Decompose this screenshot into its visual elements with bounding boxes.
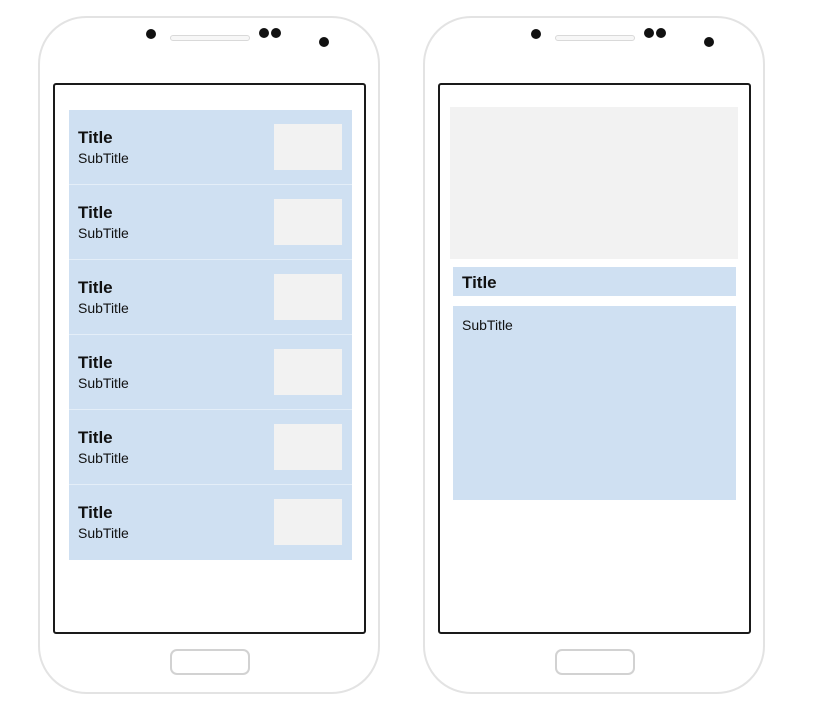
item-subtitle: SubTitle — [78, 300, 129, 316]
earpiece-speaker — [170, 35, 250, 41]
item-thumbnail-placeholder — [274, 124, 342, 170]
detail-screen: Title SubTitle — [438, 83, 751, 634]
list-item[interactable]: Title SubTitle — [69, 110, 352, 185]
home-button[interactable] — [555, 649, 635, 675]
item-title: Title — [78, 503, 113, 522]
front-camera-icon — [531, 29, 541, 39]
item-thumbnail-placeholder — [274, 199, 342, 245]
detail-subtitle: SubTitle — [462, 317, 513, 333]
item-subtitle: SubTitle — [78, 225, 129, 241]
item-subtitle: SubTitle — [78, 450, 129, 466]
phone-detail-view: Title SubTitle — [423, 16, 765, 694]
sensor-icon — [644, 28, 654, 38]
item-thumbnail-placeholder — [274, 424, 342, 470]
list-screen: Title SubTitle Title SubTitle Title SubT… — [53, 83, 366, 634]
item-thumbnail-placeholder — [274, 274, 342, 320]
home-button[interactable] — [170, 649, 250, 675]
item-thumbnail-placeholder — [274, 499, 342, 545]
proximity-sensor-icon — [319, 37, 329, 47]
item-subtitle: SubTitle — [78, 375, 129, 391]
item-subtitle: SubTitle — [78, 525, 129, 541]
detail-image-placeholder — [450, 107, 738, 259]
proximity-sensor-icon — [704, 37, 714, 47]
sensor-icon — [271, 28, 281, 38]
item-subtitle: SubTitle — [78, 150, 129, 166]
item-title: Title — [78, 128, 113, 147]
item-list: Title SubTitle Title SubTitle Title SubT… — [69, 110, 352, 560]
list-item[interactable]: Title SubTitle — [69, 485, 352, 560]
sensor-icon — [259, 28, 269, 38]
item-title: Title — [78, 203, 113, 222]
list-item[interactable]: Title SubTitle — [69, 410, 352, 485]
list-item[interactable]: Title SubTitle — [69, 260, 352, 335]
front-camera-icon — [146, 29, 156, 39]
phone-list-view: Title SubTitle Title SubTitle Title SubT… — [38, 16, 380, 694]
detail-title: Title — [462, 273, 497, 292]
item-title: Title — [78, 353, 113, 372]
earpiece-speaker — [555, 35, 635, 41]
list-item[interactable]: Title SubTitle — [69, 335, 352, 410]
detail-body: SubTitle — [453, 306, 736, 500]
list-item[interactable]: Title SubTitle — [69, 185, 352, 260]
item-thumbnail-placeholder — [274, 349, 342, 395]
detail-title-bar: Title — [453, 267, 736, 296]
item-title: Title — [78, 428, 113, 447]
sensor-icon — [656, 28, 666, 38]
item-title: Title — [78, 278, 113, 297]
